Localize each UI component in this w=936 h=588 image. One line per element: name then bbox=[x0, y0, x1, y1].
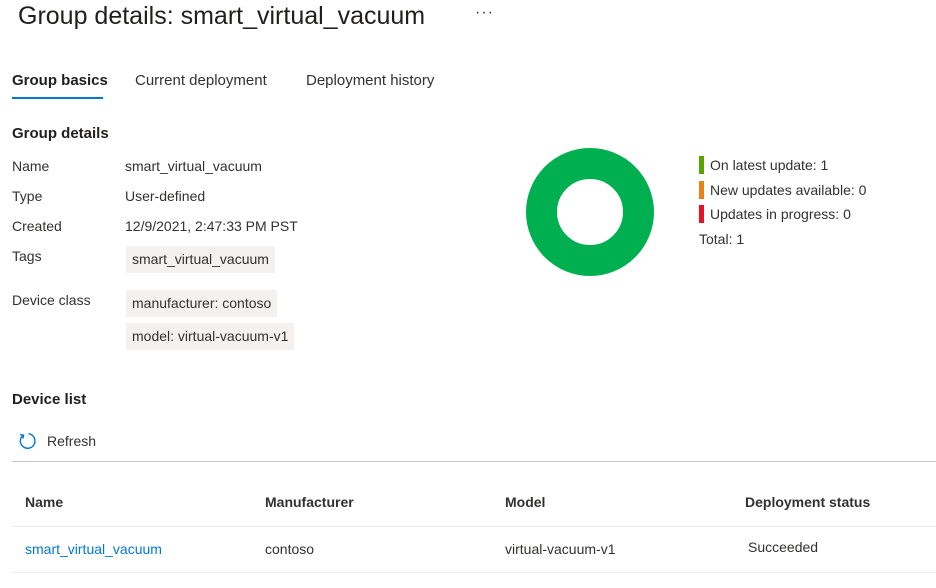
legend-swatch-orange bbox=[699, 181, 704, 199]
legend-on-latest-text: On latest update: 1 bbox=[710, 157, 829, 173]
tab-group-basics[interactable]: Group basics bbox=[12, 72, 108, 89]
update-status-donut-chart bbox=[526, 148, 654, 276]
type-label: Type bbox=[12, 188, 43, 204]
refresh-label: Refresh bbox=[47, 433, 97, 449]
refresh-icon bbox=[19, 433, 36, 449]
column-header-manufacturer[interactable]: Manufacturer bbox=[265, 494, 354, 510]
device-manufacturer: contoso bbox=[265, 541, 315, 557]
legend-in-progress-text: Updates in progress: 0 bbox=[710, 206, 851, 222]
device-name-link[interactable]: smart_virtual_vacuum bbox=[25, 541, 162, 557]
device-deployment-status: Succeeded bbox=[748, 539, 819, 555]
tab-current-deployment[interactable]: Current deployment bbox=[135, 72, 267, 89]
active-tab-indicator bbox=[12, 97, 103, 99]
created-label: Created bbox=[12, 218, 62, 234]
type-value: User-defined bbox=[125, 188, 206, 204]
created-value: 12/9/2021, 2:47:33 PM PST bbox=[125, 218, 298, 234]
legend-swatch-red bbox=[699, 205, 704, 223]
legend-new-updates-text: New updates available: 0 bbox=[710, 182, 867, 198]
column-header-deployment-status[interactable]: Deployment status bbox=[745, 494, 870, 510]
device-model: virtual-vacuum-v1 bbox=[505, 541, 616, 557]
device-class-chip-manufacturer: manufacturer: contoso bbox=[126, 290, 278, 317]
tab-deployment-history[interactable]: Deployment history bbox=[306, 72, 434, 89]
toolbar-divider bbox=[12, 461, 936, 462]
group-details-heading: Group details bbox=[12, 125, 109, 142]
donut-segment-on-latest bbox=[526, 148, 654, 276]
table-header-divider bbox=[12, 526, 936, 527]
tag-chip: smart_virtual_vacuum bbox=[126, 246, 275, 273]
device-class-label: Device class bbox=[12, 292, 91, 308]
name-value: smart_virtual_vacuum bbox=[125, 158, 262, 174]
legend-total: Total: 1 bbox=[699, 231, 745, 247]
device-class-chip-model: model: virtual-vacuum-v1 bbox=[126, 323, 295, 350]
tags-label: Tags bbox=[12, 248, 42, 264]
page-title: Group details: smart_virtual_vacuum bbox=[18, 2, 426, 30]
column-header-model[interactable]: Model bbox=[505, 494, 545, 510]
column-header-name[interactable]: Name bbox=[25, 494, 63, 510]
table-row-divider bbox=[12, 572, 936, 573]
legend-swatch-green bbox=[699, 156, 704, 174]
more-options-button[interactable]: ··· bbox=[475, 4, 494, 22]
name-label: Name bbox=[12, 158, 50, 174]
device-list-heading: Device list bbox=[12, 391, 87, 408]
